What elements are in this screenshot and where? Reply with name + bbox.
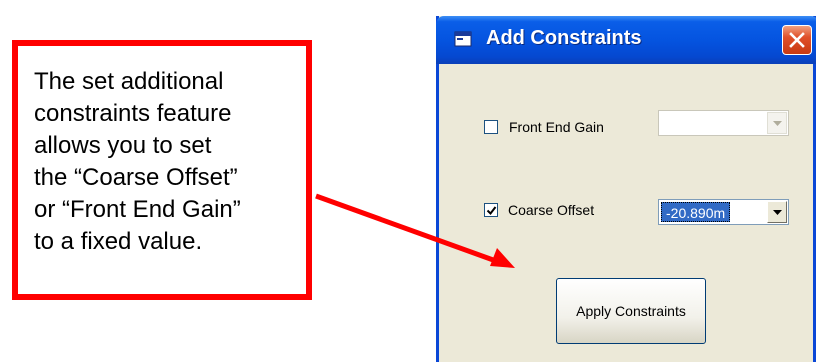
apply-constraints-button[interactable]: Apply Constraints xyxy=(556,278,706,344)
checkmark-icon xyxy=(486,206,497,216)
coarse-offset-checkbox[interactable] xyxy=(484,203,498,217)
callout-line: The set additional xyxy=(34,68,224,95)
callout-line: allows you to set xyxy=(34,132,212,159)
callout-line: or “Front End Gain” xyxy=(34,196,241,223)
callout-text: The set additional constraints feature a… xyxy=(34,66,294,258)
callout-line: to a fixed value. xyxy=(34,228,203,255)
window-title: Add Constraints xyxy=(486,27,642,49)
chevron-down-icon xyxy=(773,210,782,215)
close-button[interactable] xyxy=(782,25,812,55)
title-bar[interactable]: Add Constraints xyxy=(436,16,816,64)
coarse-offset-dropdown-button[interactable] xyxy=(767,201,787,223)
front-end-gain-value xyxy=(661,113,669,133)
callout-line: constraints feature xyxy=(34,100,232,127)
callout-box: The set additional constraints feature a… xyxy=(12,40,312,300)
front-end-gain-label: Front End Gain xyxy=(509,119,604,135)
close-icon xyxy=(789,32,805,48)
callout-line: the “Coarse Offset” xyxy=(34,164,238,191)
front-end-gain-dropdown-button[interactable] xyxy=(767,112,787,134)
front-end-gain-select[interactable] xyxy=(658,110,789,136)
coarse-offset-value: -20.890m xyxy=(661,202,731,222)
coarse-offset-select[interactable]: -20.890m xyxy=(658,199,789,225)
front-end-gain-checkbox[interactable] xyxy=(484,120,498,134)
coarse-offset-label: Coarse Offset xyxy=(508,202,595,218)
add-constraints-dialog: Add Constraints Front End Gain Coarse Of… xyxy=(436,16,816,362)
window-app-icon xyxy=(454,31,472,47)
chevron-down-icon xyxy=(773,121,782,126)
